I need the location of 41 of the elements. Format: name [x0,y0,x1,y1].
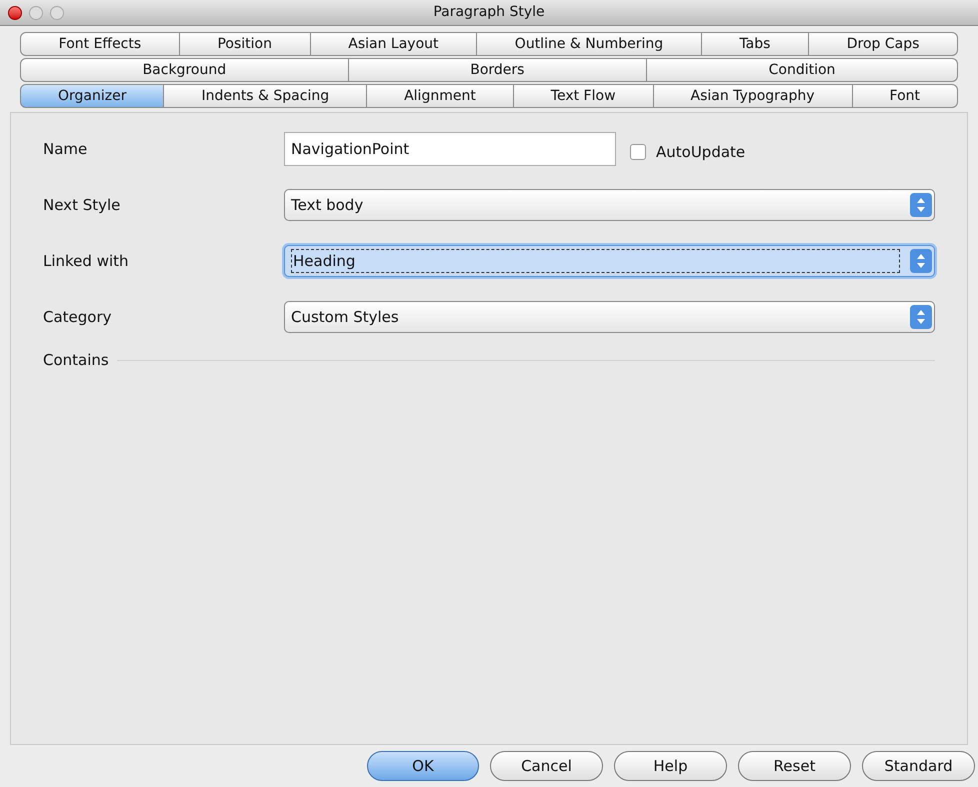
window-title: Paragraph Style [432,3,546,22]
tab[interactable]: Borders [348,58,648,82]
zoom-icon[interactable] [50,6,64,20]
tab[interactable]: Asian Layout [310,32,478,56]
dropdown-value: Custom Styles [291,306,400,328]
dropdown-value: Heading [291,248,900,274]
tab[interactable]: Drop Caps [809,32,958,56]
tab[interactable]: Organizer [20,84,164,108]
checkbox-label: AutoUpdate [656,142,746,163]
stepper-icon [910,249,932,273]
close-icon[interactable] [8,6,22,20]
section-label: Contains [43,350,109,371]
tab[interactable]: Text Flow [514,84,654,108]
dropdown[interactable]: Heading [284,245,935,277]
autoupdate-checkbox[interactable] [630,144,646,160]
dialog-button[interactable]: Cancel [490,751,603,781]
tab[interactable]: Font Effects [20,32,180,56]
dropdown-value: Text body [291,194,364,216]
dialog-button[interactable]: Reset [738,751,851,781]
tab[interactable]: Position [180,32,311,56]
tab[interactable]: Background [20,58,349,82]
field-label: Category [43,306,113,328]
tab[interactable]: Outline & Numbering [477,32,702,56]
tab[interactable]: Asian Typography [654,84,853,108]
stepper-icon [910,305,932,329]
field-label: Next Style [43,194,122,216]
stepper-icon [910,193,932,217]
tab[interactable]: Alignment [367,84,514,108]
field-label: Linked with [43,250,130,272]
field-label: Name [43,138,88,160]
dialog-button[interactable]: OK [367,751,479,781]
tab[interactable]: Indents & Spacing [164,84,368,108]
tab[interactable]: Font [852,84,958,108]
tab[interactable]: Tabs [702,32,810,56]
name-field[interactable]: NavigationPoint [284,132,616,166]
dialog-button[interactable]: Help [614,751,727,781]
dropdown[interactable]: Text body [284,189,935,221]
minimize-icon[interactable] [29,6,43,20]
tab[interactable]: Condition [647,58,958,82]
dropdown[interactable]: Custom Styles [284,301,935,333]
dialog-button[interactable]: Standard [862,751,975,781]
